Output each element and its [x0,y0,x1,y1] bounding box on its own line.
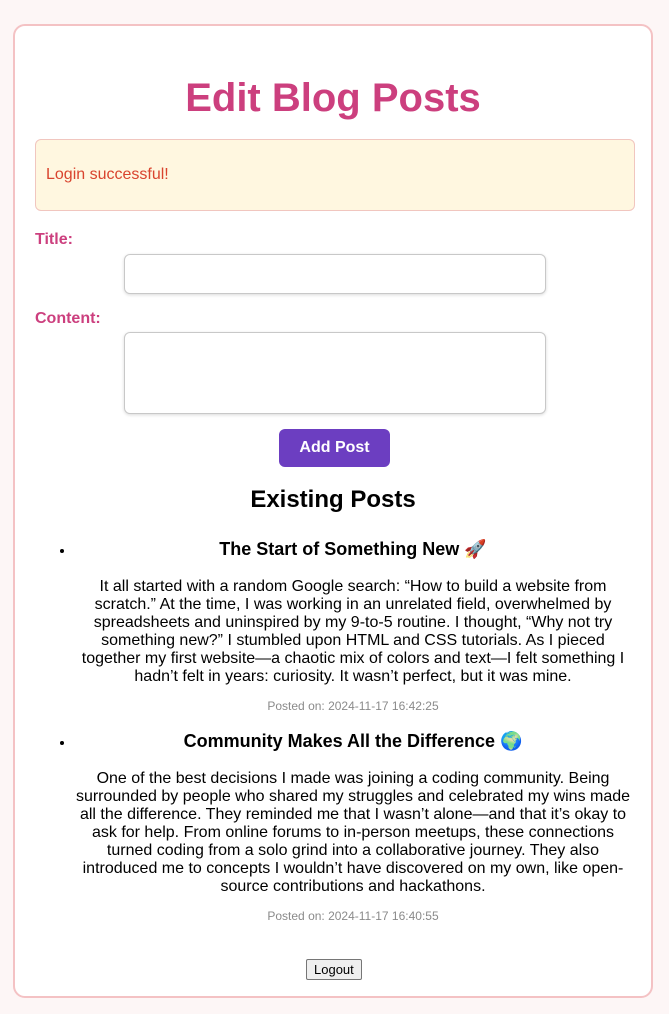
list-item: The Start of Something New 🚀 It all star… [75,536,651,714]
logout-button[interactable]: Logout [306,959,362,980]
add-post-button[interactable]: Add Post [279,429,390,467]
post-title: Community Makes All the Difference 🌍 [183,731,523,751]
list-item: Community Makes All the Difference 🌍 One… [75,728,651,924]
post-content: One of the best decisions I made was joi… [75,770,631,895]
post-timestamp: Posted on: 2024-11-17 16:42:25 [267,699,439,713]
content-textarea[interactable] [124,332,546,414]
page-title: Edit Blog Posts [185,76,481,120]
post-content: It all started with a random Google sear… [81,578,625,685]
success-alert: Login successful! [35,139,635,211]
post-title: The Start of Something New 🚀 [219,539,487,559]
posts-list: The Start of Something New 🚀 It all star… [15,536,651,924]
editor-card: Edit Blog Posts Login successful! Title:… [13,24,653,998]
alert-message: Login successful! [46,166,169,183]
title-label: Title: [35,231,73,248]
post-timestamp: Posted on: 2024-11-17 16:40:55 [267,909,439,923]
content-label: Content: [35,310,101,327]
existing-posts-heading: Existing Posts [250,486,416,513]
title-input[interactable] [124,254,546,294]
